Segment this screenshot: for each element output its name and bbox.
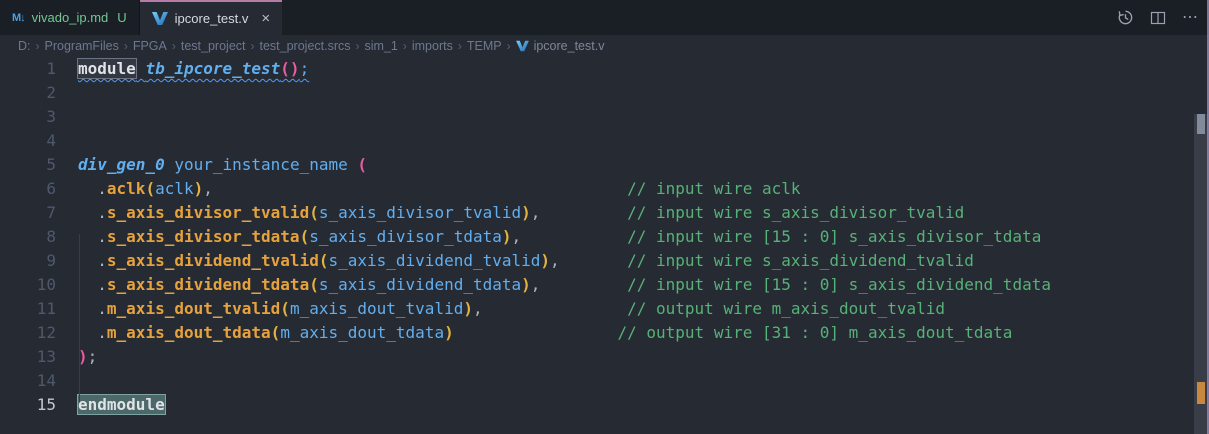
line-number: 7 [0, 201, 56, 225]
code-line-10[interactable]: 10 .s_axis_dividend_tdata(s_axis_dividen… [0, 273, 1209, 297]
split-editor-icon[interactable] [1150, 10, 1166, 26]
breadcrumb-separator: › [507, 39, 511, 53]
breadcrumb-separator: › [124, 39, 128, 53]
line-number: 8 [0, 225, 56, 249]
line-number: 2 [0, 81, 56, 105]
code-lines: 1module tb_ipcore_test();2345div_gen_0 y… [0, 57, 1209, 417]
breadcrumb-separator: › [403, 39, 407, 53]
code-line-11[interactable]: 11 .m_axis_dout_tvalid(m_axis_dout_tvali… [0, 297, 1209, 321]
tab-bar: M↓ vivado_ip.md U ipcore_test.v × ⋯ [0, 0, 1209, 35]
breadcrumb-item[interactable]: test_project [181, 39, 246, 53]
tab-ipcore-test-v[interactable]: ipcore_test.v × [140, 0, 282, 35]
code-line-6[interactable]: 6 .aclk(aclk), // input wire aclk [0, 177, 1209, 201]
breadcrumb-item[interactable]: FPGA [133, 39, 167, 53]
code-line-12[interactable]: 12 .m_axis_dout_tdata(m_axis_dout_tdata)… [0, 321, 1209, 345]
breadcrumb-item[interactable]: sim_1 [365, 39, 398, 53]
line-number: 5 [0, 153, 56, 177]
breadcrumb-item[interactable]: D: [18, 39, 31, 53]
vivado-icon [516, 40, 529, 52]
decoration-marker [1197, 382, 1205, 404]
code-line-15[interactable]: 15endmodule [0, 393, 1209, 417]
markdown-icon: M↓ [12, 12, 25, 24]
tab-label: ipcore_test.v [175, 11, 249, 26]
line-number: 3 [0, 105, 56, 129]
breadcrumb-item[interactable]: imports [412, 39, 453, 53]
word-highlight-marker [1197, 114, 1205, 134]
tab-label: vivado_ip.md [32, 10, 109, 25]
breadcrumb-separator: › [36, 39, 40, 53]
line-number: 9 [0, 249, 56, 273]
breadcrumb-separator: › [251, 39, 255, 53]
code-line-7[interactable]: 7 .s_axis_divisor_tvalid(s_axis_divisor_… [0, 201, 1209, 225]
line-number: 11 [0, 297, 56, 321]
code-line-1[interactable]: 1module tb_ipcore_test(); [0, 57, 1209, 81]
close-icon[interactable]: × [261, 11, 270, 26]
code-line-2[interactable]: 2 [0, 81, 1209, 105]
code-line-14[interactable]: 14 [0, 369, 1209, 393]
editor-actions: ⋯ [1117, 0, 1199, 35]
line-number: 4 [0, 129, 56, 153]
code-line-13[interactable]: 13); [0, 345, 1209, 369]
line-number: 12 [0, 321, 56, 345]
breadcrumb: D: › ProgramFiles › FPGA › test_project › test_p… [0, 35, 1209, 57]
breadcrumb-file[interactable]: ipcore_test.v [516, 39, 605, 53]
code-editor[interactable]: 1module tb_ipcore_test();2345div_gen_0 y… [0, 57, 1209, 434]
code-line-5[interactable]: 5div_gen_0 your_instance_name ( [0, 153, 1209, 177]
breadcrumb-item[interactable]: ProgramFiles [45, 39, 119, 53]
code-line-9[interactable]: 9 .s_axis_dividend_tvalid(s_axis_dividen… [0, 249, 1209, 273]
line-number: 6 [0, 177, 56, 201]
breadcrumb-item[interactable]: TEMP [467, 39, 502, 53]
code-line-8[interactable]: 8 .s_axis_divisor_tdata(s_axis_divisor_t… [0, 225, 1209, 249]
tab-vivado-ip-md[interactable]: M↓ vivado_ip.md U [0, 0, 140, 35]
line-number: 13 [0, 345, 56, 369]
code-line-4[interactable]: 4 [0, 129, 1209, 153]
breadcrumb-separator: › [172, 39, 176, 53]
timeline-history-icon[interactable] [1117, 9, 1134, 26]
line-number: 14 [0, 369, 56, 393]
git-untracked-badge: U [117, 10, 126, 25]
more-actions-icon[interactable]: ⋯ [1182, 10, 1199, 26]
breadcrumb-item[interactable]: test_project.srcs [260, 39, 351, 53]
breadcrumb-separator: › [356, 39, 360, 53]
line-number: 1 [0, 57, 56, 81]
line-number: 15 [0, 393, 56, 417]
line-number: 10 [0, 273, 56, 297]
breadcrumb-separator: › [458, 39, 462, 53]
vivado-icon [152, 11, 168, 26]
code-line-3[interactable]: 3 [0, 105, 1209, 129]
